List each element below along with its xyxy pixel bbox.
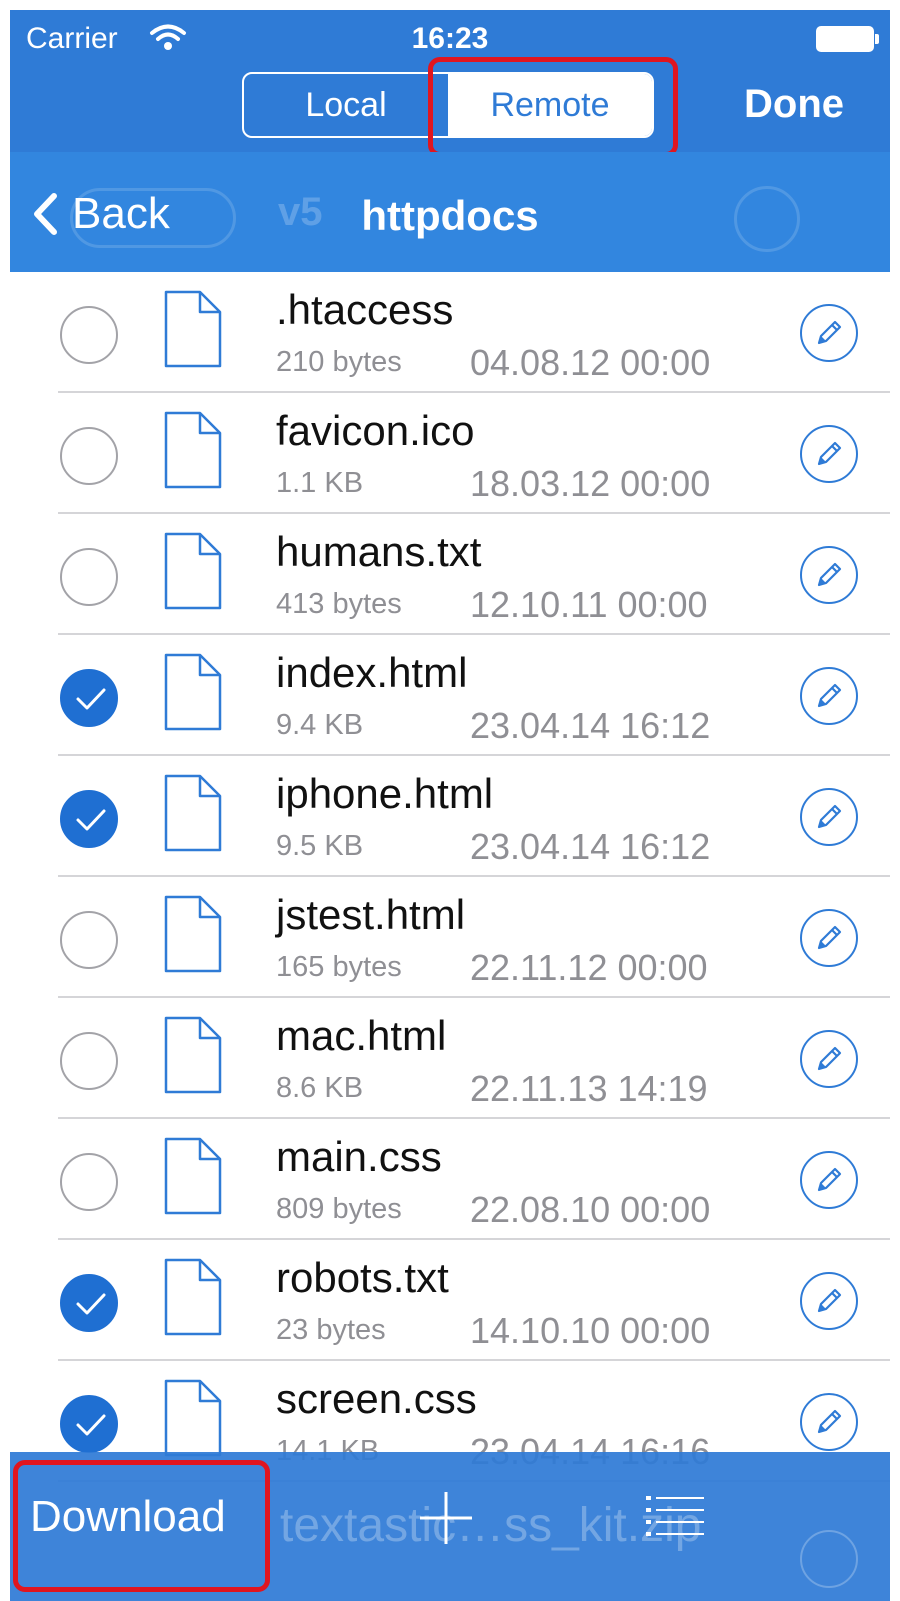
- pencil-icon: [817, 1167, 842, 1192]
- file-row[interactable]: mac.html 8.6 KB 22.11.13 14:19: [10, 998, 890, 1119]
- pencil-icon: [817, 1288, 842, 1313]
- document-icon: [164, 774, 222, 852]
- file-row[interactable]: index.html 9.4 KB 23.04.14 16:12: [10, 635, 890, 756]
- file-name: jstest.html: [276, 891, 466, 938]
- file-row[interactable]: favicon.ico 1.1 KB 18.03.12 00:00: [10, 393, 890, 514]
- edit-button[interactable]: [800, 1272, 858, 1330]
- edit-button[interactable]: [800, 909, 858, 967]
- file-row[interactable]: jstest.html 165 bytes 22.11.12 00:00: [10, 877, 890, 998]
- file-row[interactable]: robots.txt 23 bytes 14.10.10 00:00: [10, 1240, 890, 1361]
- edit-button[interactable]: [800, 667, 858, 725]
- file-date: 22.11.12 00:00: [470, 947, 708, 988]
- file-size: 809 bytes: [276, 1193, 402, 1225]
- top-bar: Carrier 16:23 Local Remote Done v5 Back: [10, 10, 890, 272]
- document-icon: [164, 290, 222, 368]
- selection-checkbox[interactable]: [60, 306, 118, 364]
- file-size: 9.5 KB: [276, 830, 364, 862]
- file-row[interactable]: humans.txt 413 bytes 12.10.11 00:00: [10, 514, 890, 635]
- document-icon: [164, 411, 222, 489]
- selection-checkbox[interactable]: [60, 669, 118, 727]
- file-list: .htaccess 210 bytes 04.08.12 00:00 favicon.…: [10, 272, 890, 1482]
- file-row[interactable]: iphone.html 9.5 KB 23.04.14 16:12: [10, 756, 890, 877]
- file-row[interactable]: .htaccess 210 bytes 04.08.12 00:00: [10, 272, 890, 393]
- document-icon: [164, 1137, 222, 1215]
- file-size: 8.6 KB: [276, 1072, 364, 1104]
- clock: 16:23: [411, 22, 489, 55]
- file-date: 18.03.12 00:00: [470, 463, 711, 504]
- file-size: 9.4 KB: [276, 709, 364, 741]
- plus-icon[interactable]: [418, 1490, 474, 1546]
- app-screen: Carrier 16:23 Local Remote Done v5 Back: [10, 10, 890, 1601]
- checkmark-icon: [76, 1293, 106, 1315]
- status-bar: Carrier 16:23: [10, 10, 890, 62]
- document-icon: [164, 653, 222, 731]
- underlying-file-name: textastic…ss_kit.zip: [280, 1499, 702, 1552]
- file-row[interactable]: main.css 809 bytes 22.08.10 00:00: [10, 1119, 890, 1240]
- file-name: main.css: [276, 1133, 442, 1180]
- checkmark-icon: [76, 688, 106, 710]
- pencil-icon: [734, 186, 800, 252]
- selection-checkbox[interactable]: [60, 1032, 118, 1090]
- navigation-bar: v5 Back httpdocs: [10, 152, 890, 272]
- list-icon[interactable]: [646, 1494, 704, 1540]
- pencil-icon: [817, 320, 842, 345]
- file-size: 1.1 KB: [276, 467, 364, 499]
- edit-button[interactable]: [800, 1030, 858, 1088]
- remote-highlight-box: [428, 57, 678, 157]
- edit-button[interactable]: [800, 1393, 858, 1451]
- file-date: 23.04.14 16:12: [470, 826, 711, 867]
- file-size: 165 bytes: [276, 951, 402, 983]
- pencil-icon: [817, 441, 842, 466]
- selection-checkbox[interactable]: [60, 1153, 118, 1211]
- file-date: 14.10.10 00:00: [470, 1310, 711, 1351]
- file-date: 22.11.13 14:19: [470, 1068, 708, 1109]
- pencil-icon: [800, 1530, 858, 1588]
- checkmark-icon: [76, 1414, 106, 1436]
- selection-checkbox[interactable]: [60, 427, 118, 485]
- file-date: 23.04.14 16:12: [470, 705, 711, 746]
- file-name: iphone.html: [276, 770, 494, 817]
- file-date: 22.08.10 00:00: [470, 1189, 711, 1230]
- pencil-icon: [817, 804, 842, 829]
- document-icon: [164, 1016, 222, 1094]
- pencil-icon: [817, 925, 842, 950]
- file-name: robots.txt: [276, 1254, 449, 1301]
- file-size: 210 bytes: [276, 346, 402, 378]
- document-icon: [164, 1258, 222, 1336]
- edit-button[interactable]: [800, 546, 858, 604]
- pencil-icon: [817, 1046, 842, 1071]
- edit-button[interactable]: [800, 425, 858, 483]
- selection-checkbox[interactable]: [60, 1274, 118, 1332]
- pencil-icon: [817, 683, 842, 708]
- file-date: 04.08.12 00:00: [470, 342, 711, 383]
- pencil-icon: [817, 562, 842, 587]
- file-name: mac.html: [276, 1012, 447, 1059]
- file-name: index.html: [276, 649, 468, 696]
- bottom-toolbar: textastic…ss_kit.zip Download: [10, 1452, 890, 1601]
- file-size: 23 bytes: [276, 1314, 386, 1346]
- file-name: .htaccess: [276, 286, 454, 333]
- checkmark-icon: [76, 809, 106, 831]
- pencil-icon: [817, 1409, 842, 1434]
- edit-button[interactable]: [800, 788, 858, 846]
- file-date: 12.10.11 00:00: [470, 584, 708, 625]
- selection-checkbox[interactable]: [60, 1395, 118, 1453]
- document-icon: [164, 1379, 222, 1457]
- file-size: 413 bytes: [276, 588, 402, 620]
- battery-icon: [816, 26, 879, 52]
- tab-local[interactable]: Local: [244, 74, 448, 136]
- edit-button[interactable]: [800, 1151, 858, 1209]
- file-name: screen.css: [276, 1375, 477, 1422]
- selection-checkbox[interactable]: [60, 911, 118, 969]
- file-name: favicon.ico: [276, 407, 475, 454]
- done-button[interactable]: Done: [744, 82, 844, 127]
- document-icon: [164, 532, 222, 610]
- selection-checkbox[interactable]: [60, 548, 118, 606]
- selection-checkbox[interactable]: [60, 790, 118, 848]
- document-icon: [164, 895, 222, 973]
- file-name: humans.txt: [276, 528, 482, 575]
- download-highlight-box: [13, 1460, 270, 1592]
- edit-button[interactable]: [800, 304, 858, 362]
